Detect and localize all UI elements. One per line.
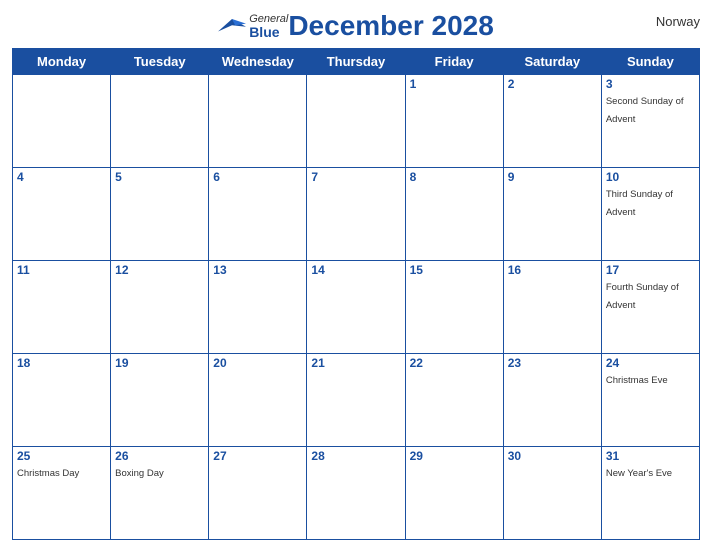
- day-number: 20: [213, 356, 302, 370]
- day-number: 31: [606, 449, 695, 463]
- page: General Blue December 2028 Norway Monday…: [0, 0, 712, 550]
- calendar-cell: 23: [503, 354, 601, 447]
- day-number: 27: [213, 449, 302, 463]
- day-number: 3: [606, 77, 695, 91]
- calendar-cell: 30: [503, 447, 601, 540]
- weekday-header-wednesday: Wednesday: [209, 49, 307, 75]
- weekday-header-saturday: Saturday: [503, 49, 601, 75]
- day-number: 19: [115, 356, 204, 370]
- calendar-cell: 21: [307, 354, 405, 447]
- day-event: Fourth Sunday of Advent: [606, 282, 679, 311]
- weekday-header-row: MondayTuesdayWednesdayThursdayFridaySatu…: [13, 49, 700, 75]
- calendar-body: 123Second Sunday of Advent45678910Third …: [13, 75, 700, 540]
- day-event: Christmas Eve: [606, 375, 668, 386]
- day-number: 23: [508, 356, 597, 370]
- day-number: 22: [410, 356, 499, 370]
- calendar-cell: [13, 75, 111, 168]
- day-number: 15: [410, 263, 499, 277]
- calendar-cell: 27: [209, 447, 307, 540]
- calendar-cell: 15: [405, 261, 503, 354]
- general-blue-bird-icon: [218, 17, 246, 35]
- calendar-cell: 7: [307, 168, 405, 261]
- calendar-cell: [307, 75, 405, 168]
- calendar-cell: 17 Fourth Sunday of Advent: [601, 261, 699, 354]
- calendar-header: MondayTuesdayWednesdayThursdayFridaySatu…: [13, 49, 700, 75]
- calendar-cell: 4: [13, 168, 111, 261]
- calendar-cell: 14: [307, 261, 405, 354]
- calendar-cell: 28: [307, 447, 405, 540]
- calendar-cell: 31 New Year's Eve: [601, 447, 699, 540]
- day-number: 12: [115, 263, 204, 277]
- day-number: 1: [410, 77, 499, 91]
- calendar-week-2: 456789 10 Third Sunday of Advent: [13, 168, 700, 261]
- day-number: 24: [606, 356, 695, 370]
- day-number: 9: [508, 170, 597, 184]
- calendar-cell: 11: [13, 261, 111, 354]
- logo-blue-text: Blue: [249, 25, 279, 39]
- calendar-cell: 16: [503, 261, 601, 354]
- logo-text: General Blue: [249, 13, 288, 39]
- weekday-header-friday: Friday: [405, 49, 503, 75]
- day-event: Boxing Day: [115, 468, 164, 479]
- calendar-cell: 13: [209, 261, 307, 354]
- header: General Blue December 2028 Norway: [12, 10, 700, 42]
- calendar-cell: 8: [405, 168, 503, 261]
- calendar-week-1: 123 Second Sunday of Advent: [13, 75, 700, 168]
- day-number: 29: [410, 449, 499, 463]
- day-number: 25: [17, 449, 106, 463]
- day-number: 11: [17, 263, 106, 277]
- calendar-cell: 12: [111, 261, 209, 354]
- calendar-cell: 2: [503, 75, 601, 168]
- weekday-header-sunday: Sunday: [601, 49, 699, 75]
- day-event: Christmas Day: [17, 468, 79, 479]
- calendar-cell: 18: [13, 354, 111, 447]
- day-number: 16: [508, 263, 597, 277]
- day-number: 13: [213, 263, 302, 277]
- calendar-table: MondayTuesdayWednesdayThursdayFridaySatu…: [12, 48, 700, 540]
- calendar-cell: 29: [405, 447, 503, 540]
- day-number: 10: [606, 170, 695, 184]
- calendar-cell: 19: [111, 354, 209, 447]
- day-number: 4: [17, 170, 106, 184]
- calendar-cell: 6: [209, 168, 307, 261]
- country-label: Norway: [656, 14, 700, 29]
- logo: General Blue: [218, 13, 288, 39]
- day-number: 5: [115, 170, 204, 184]
- day-number: 17: [606, 263, 695, 277]
- calendar-cell: 10 Third Sunday of Advent: [601, 168, 699, 261]
- day-number: 18: [17, 356, 106, 370]
- day-event: Third Sunday of Advent: [606, 189, 673, 218]
- day-number: 21: [311, 356, 400, 370]
- calendar-cell: 26 Boxing Day: [111, 447, 209, 540]
- calendar-cell: 1: [405, 75, 503, 168]
- day-number: 14: [311, 263, 400, 277]
- calendar-cell: [209, 75, 307, 168]
- weekday-header-tuesday: Tuesday: [111, 49, 209, 75]
- day-number: 26: [115, 449, 204, 463]
- day-number: 7: [311, 170, 400, 184]
- calendar-cell: 22: [405, 354, 503, 447]
- day-number: 2: [508, 77, 597, 91]
- weekday-header-monday: Monday: [13, 49, 111, 75]
- calendar-cell: 20: [209, 354, 307, 447]
- calendar-title: December 2028: [288, 10, 493, 42]
- calendar-cell: 9: [503, 168, 601, 261]
- calendar-week-4: 18 19 20 21 22 23 24 Christmas Eve: [13, 354, 700, 447]
- calendar-week-5: 25 Christmas Day 26 Boxing Day 27 28 29 30 31 New…: [13, 447, 700, 540]
- calendar-cell: 5: [111, 168, 209, 261]
- calendar-cell: [111, 75, 209, 168]
- calendar-cell: 25 Christmas Day: [13, 447, 111, 540]
- calendar-cell: 24 Christmas Eve: [601, 354, 699, 447]
- day-event: New Year's Eve: [606, 468, 672, 479]
- day-number: 30: [508, 449, 597, 463]
- day-number: 6: [213, 170, 302, 184]
- calendar-cell: 3 Second Sunday of Advent: [601, 75, 699, 168]
- day-event: Second Sunday of Advent: [606, 96, 684, 125]
- calendar-week-3: 11 12 13 14 15 16 17 Fourth Sunday of Advent: [13, 261, 700, 354]
- day-number: 28: [311, 449, 400, 463]
- weekday-header-thursday: Thursday: [307, 49, 405, 75]
- day-number: 8: [410, 170, 499, 184]
